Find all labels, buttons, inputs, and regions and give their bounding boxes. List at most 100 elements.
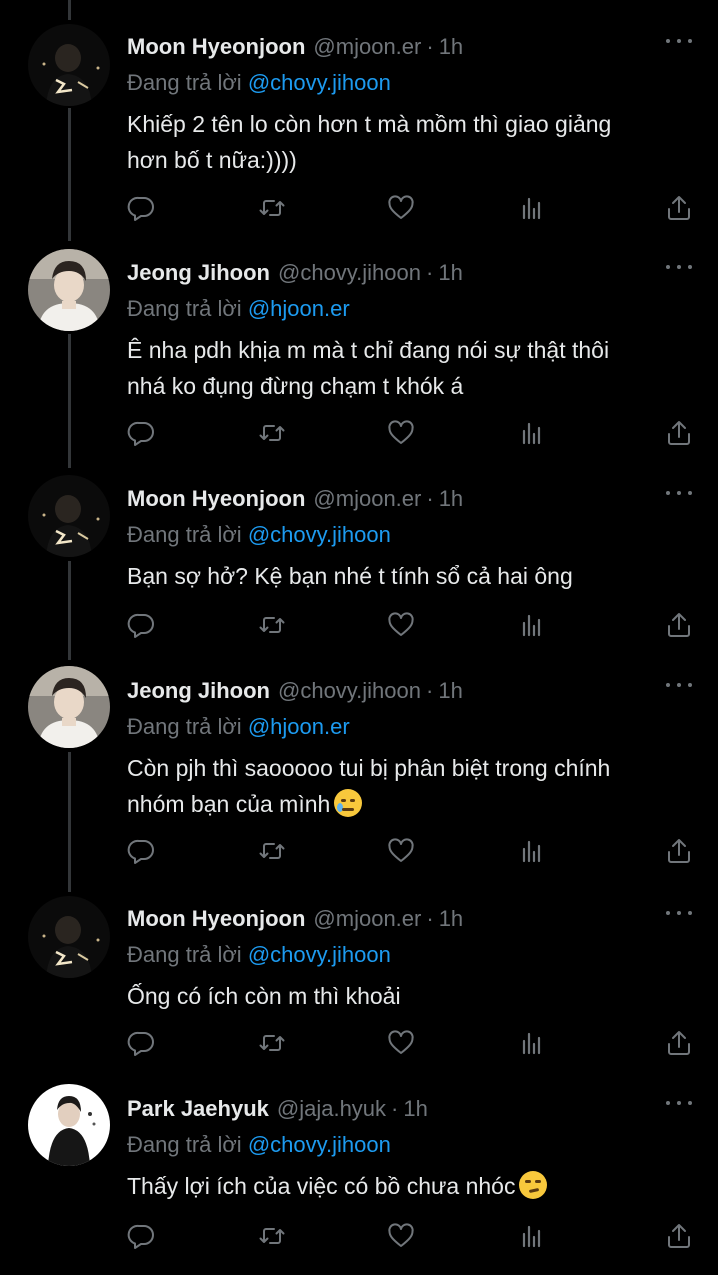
like-icon[interactable] <box>386 1221 416 1251</box>
crying-face-emoji <box>334 789 363 817</box>
reply-context: Đang trả lời @chovy.jihoon <box>127 1132 391 1158</box>
retweet-icon[interactable] <box>257 418 287 448</box>
tweet-text: Ê nha pdh khịa m mà t chỉ đang nói sự th… <box>127 337 610 399</box>
timestamp[interactable]: 1h <box>439 34 463 60</box>
more-options-icon[interactable] <box>666 1098 692 1108</box>
tweet-actions <box>127 1028 698 1058</box>
timestamp[interactable]: 1h <box>439 486 463 512</box>
tweet-header: Moon Hyeonjoon @mjoon.er · 1h <box>127 906 698 934</box>
tweet-text: Khiếp 2 tên lo còn hơn t mà mồm thì giao… <box>127 111 612 173</box>
reply-prefix: Đang trả lời <box>127 296 242 321</box>
separator-dot: · <box>426 486 434 511</box>
tweet-text: Thấy lợi ích của việc có bồ chưa nhóc <box>127 1168 698 1204</box>
display-name[interactable]: Moon Hyeonjoon <box>127 34 305 60</box>
reply-prefix: Đang trả lời <box>127 1132 242 1157</box>
tweet-actions <box>127 418 698 448</box>
username[interactable]: @mjoon.er <box>313 486 421 512</box>
share-icon[interactable] <box>664 418 694 448</box>
reply-prefix: Đang trả lời <box>127 522 242 547</box>
retweet-icon[interactable] <box>257 1028 287 1058</box>
share-icon[interactable] <box>664 610 694 640</box>
retweet-icon[interactable] <box>257 193 287 223</box>
tweet[interactable]: Moon Hyeonjoon @mjoon.er · 1h Đang trả l… <box>0 0 718 236</box>
display-name[interactable]: Moon Hyeonjoon <box>127 486 305 512</box>
avatar[interactable] <box>28 896 110 978</box>
reply-icon[interactable] <box>127 418 157 448</box>
views-icon[interactable] <box>517 418 547 448</box>
tweet-actions <box>127 836 698 866</box>
timestamp[interactable]: 1h <box>403 1096 427 1122</box>
reply-mention-link[interactable]: @hjoon.er <box>248 714 350 739</box>
username[interactable]: @jaja.hyuk <box>277 1096 386 1122</box>
reply-mention-link[interactable]: @hjoon.er <box>248 296 350 321</box>
more-options-icon[interactable] <box>666 488 692 498</box>
reply-prefix: Đang trả lời <box>127 70 242 95</box>
reply-mention-link[interactable]: @chovy.jihoon <box>248 1132 391 1157</box>
username[interactable]: @mjoon.er <box>313 906 421 932</box>
username[interactable]: @mjoon.er <box>313 34 421 60</box>
separator-dot: · <box>391 1096 399 1121</box>
retweet-icon[interactable] <box>257 836 287 866</box>
reply-mention-link[interactable]: @chovy.jihoon <box>248 942 391 967</box>
reply-icon[interactable] <box>127 1028 157 1058</box>
avatar[interactable] <box>28 475 110 557</box>
tweet[interactable]: Jeong Jihoon @chovy.jihoon · 1h Đang trả… <box>0 654 718 880</box>
separator-dot: · <box>426 34 434 59</box>
username[interactable]: @chovy.jihoon <box>278 678 421 704</box>
share-icon[interactable] <box>664 193 694 223</box>
tweet[interactable]: Moon Hyeonjoon @mjoon.er · 1h Đang trả l… <box>0 462 718 654</box>
share-icon[interactable] <box>664 1028 694 1058</box>
display-name[interactable]: Moon Hyeonjoon <box>127 906 305 932</box>
more-options-icon[interactable] <box>666 262 692 272</box>
like-icon[interactable] <box>386 836 416 866</box>
reply-prefix: Đang trả lời <box>127 942 242 967</box>
views-icon[interactable] <box>517 610 547 640</box>
avatar[interactable] <box>28 1084 110 1166</box>
like-icon[interactable] <box>386 193 416 223</box>
timestamp[interactable]: 1h <box>438 260 462 286</box>
like-icon[interactable] <box>386 1028 416 1058</box>
avatar[interactable] <box>28 24 110 106</box>
like-icon[interactable] <box>386 418 416 448</box>
share-icon[interactable] <box>664 1221 694 1251</box>
timestamp[interactable]: 1h <box>438 678 462 704</box>
tweet-text: Còn pjh thì saooooo tui bị phân biệt tro… <box>127 750 698 822</box>
tweet-actions <box>127 1221 698 1251</box>
reply-icon[interactable] <box>127 1221 157 1251</box>
tweet[interactable]: Jeong Jihoon @chovy.jihoon · 1h Đang trả… <box>0 236 718 462</box>
reply-icon[interactable] <box>127 836 157 866</box>
tweet-actions <box>127 193 698 223</box>
display-name[interactable]: Park Jaehyuk <box>127 1096 269 1122</box>
views-icon[interactable] <box>517 1221 547 1251</box>
tweet-header: Moon Hyeonjoon @mjoon.er · 1h <box>127 486 698 514</box>
tweet-header: Park Jaehyuk @jaja.hyuk · 1h <box>127 1096 698 1124</box>
more-options-icon[interactable] <box>666 908 692 918</box>
separator-dot: · <box>426 260 434 285</box>
share-icon[interactable] <box>664 836 694 866</box>
reply-mention-link[interactable]: @chovy.jihoon <box>248 70 391 95</box>
timestamp[interactable]: 1h <box>439 906 463 932</box>
avatar[interactable] <box>28 249 110 331</box>
views-icon[interactable] <box>517 1028 547 1058</box>
avatar[interactable] <box>28 666 110 748</box>
retweet-icon[interactable] <box>257 1221 287 1251</box>
reply-mention-link[interactable]: @chovy.jihoon <box>248 522 391 547</box>
like-icon[interactable] <box>386 610 416 640</box>
username[interactable]: @chovy.jihoon <box>278 260 421 286</box>
more-options-icon[interactable] <box>666 680 692 690</box>
views-icon[interactable] <box>517 193 547 223</box>
reply-context: Đang trả lời @hjoon.er <box>127 714 350 740</box>
tweet-header: Jeong Jihoon @chovy.jihoon · 1h <box>127 260 698 288</box>
display-name[interactable]: Jeong Jihoon <box>127 260 270 286</box>
display-name[interactable]: Jeong Jihoon <box>127 678 270 704</box>
reply-icon[interactable] <box>127 193 157 223</box>
tweet[interactable]: Moon Hyeonjoon @mjoon.er · 1h Đang trả l… <box>0 880 718 1072</box>
retweet-icon[interactable] <box>257 610 287 640</box>
reply-icon[interactable] <box>127 610 157 640</box>
views-icon[interactable] <box>517 836 547 866</box>
reply-context: Đang trả lời @hjoon.er <box>127 296 350 322</box>
tweet-actions <box>127 610 698 640</box>
more-options-icon[interactable] <box>666 36 692 46</box>
tweet[interactable]: Park Jaehyuk @jaja.hyuk · 1h Đang trả lờ… <box>0 1072 718 1275</box>
tweet-text-content: Thấy lợi ích của việc có bồ chưa nhóc <box>127 1173 516 1199</box>
